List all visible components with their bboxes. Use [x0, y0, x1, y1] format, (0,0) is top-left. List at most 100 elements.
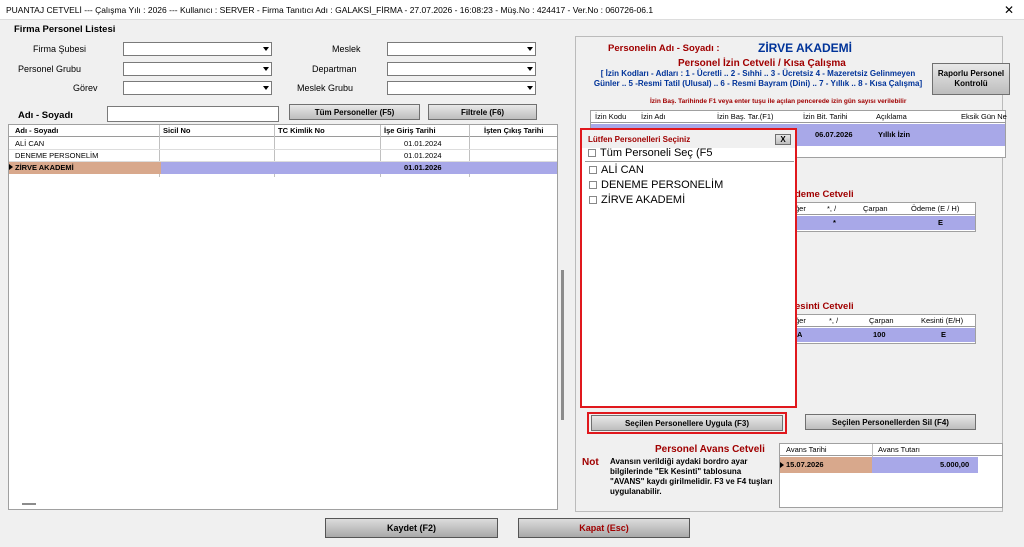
izin-aciklama-value: Yıllık İzin [878, 130, 911, 139]
chevron-down-icon [263, 47, 269, 51]
departman-label: Departman [312, 64, 357, 74]
not-text: Avansın verildiği aydaki bordro ayar bil… [610, 457, 773, 496]
table-row-selected[interactable]: ZİRVE AKADEMİ 01.01.2026 [9, 162, 557, 174]
col-eksik[interactable]: Eksik Gün Ne [959, 111, 1007, 122]
checkbox-icon [589, 196, 597, 205]
name-search-input[interactable] [107, 106, 279, 122]
checkbox-icon [589, 181, 597, 190]
apply-button[interactable]: Seçilen Personellere Uygula (F3) [591, 415, 783, 431]
odeme-header: ğer *, / Çarpan Ödeme (E / H) [791, 203, 975, 215]
window-title: PUANTAJ CETVELİ --- Çalışma Yılı : 2026 … [6, 5, 654, 15]
title-bar: PUANTAJ CETVELİ --- Çalışma Yılı : 2026 … [0, 0, 1024, 20]
col-carpan[interactable]: Çarpan [861, 203, 888, 214]
odeme-op-value: * [833, 218, 836, 227]
popup-close-button[interactable]: X [775, 134, 791, 145]
avans-row[interactable]: 15.07.2026 5.000,00 [780, 457, 978, 473]
col-odeme[interactable]: Ödeme (E / H) [909, 203, 959, 214]
odeme-table: ğer *, / Çarpan Ödeme (E / H) * E [790, 202, 976, 232]
table-row[interactable]: ALİ CAN 01.01.2024 [9, 138, 557, 150]
section-title: Firma Personel Listesi [14, 24, 116, 35]
list-item[interactable]: ZİRVE AKADEMİ [589, 194, 685, 206]
col-avans-tarihi[interactable]: Avans Tarihi [784, 444, 827, 455]
col-izin-bas[interactable]: İzin Baş. Tar.(F1) [715, 111, 774, 122]
row-date: 01.01.2026 [404, 163, 442, 172]
izin-title: Personel İzin Cetveli / Kısa Çalışma [678, 58, 846, 69]
col-avans-tutari[interactable]: Avans Tutarı [876, 444, 920, 455]
gorev-label: Görev [73, 83, 98, 93]
col-sicil[interactable]: Sicil No [161, 125, 191, 136]
col-izin-kodu[interactable]: İzin Kodu [593, 111, 626, 122]
firma-subesi-select[interactable] [123, 42, 272, 56]
meslek-grubu-label: Meslek Grubu [297, 83, 354, 93]
list-item-label: DENEME PERSONELİM [601, 179, 724, 191]
kesinti-header: ğer *, / Çarpan Kesinti (E/H) [791, 315, 975, 327]
personnel-picker-popup: Lütfen Personelleri Seçiniz X Tüm Person… [580, 128, 797, 408]
list-item[interactable]: ALİ CAN [589, 164, 644, 176]
row-name: ALİ CAN [15, 139, 45, 148]
horizontal-scrollbar[interactable] [22, 503, 36, 505]
popup-header: Lütfen Personelleri Seçiniz X [582, 130, 795, 148]
chevron-down-icon [263, 67, 269, 71]
col-isten-cikis[interactable]: İşten Çıkış Tarihi [482, 125, 543, 136]
col-izin-bit[interactable]: İzin Bit. Tarihi [801, 111, 847, 122]
list-item-label: ZİRVE AKADEMİ [601, 194, 686, 206]
popup-list: ALİ CAN DENEME PERSONELİM ZİRVE AKADEMİ [585, 161, 794, 405]
chevron-down-icon [527, 67, 533, 71]
delete-button[interactable]: Seçilen Personellerden Sil (F4) [805, 414, 976, 430]
table-row[interactable]: DENEME PERSONELİM 01.01.2024 [9, 150, 557, 162]
personel-grubu-select[interactable] [123, 62, 272, 76]
row-name: ZİRVE AKADEMİ [15, 163, 74, 172]
col-carpan[interactable]: Çarpan [867, 315, 894, 326]
meslek-grubu-select[interactable] [387, 81, 536, 95]
izin-codes: [ İzin Kodları - Adları : 1 - Ücretli ..… [593, 69, 923, 88]
odeme-row[interactable]: * E [791, 216, 975, 230]
meslek-select[interactable] [387, 42, 536, 56]
izin-bit-value: 06.07.2026 [815, 130, 853, 139]
close-icon[interactable]: ✕ [1002, 3, 1016, 17]
col-aciklama[interactable]: Açıklama [874, 111, 907, 122]
col-izin-adi[interactable]: İzin Adı [639, 111, 666, 122]
avans-tutar-value: 5.000,00 [940, 460, 970, 469]
personnel-table: Adı - Soyadı Sicil No TC Kimlik No İşe G… [8, 124, 558, 510]
row-date: 01.01.2024 [404, 139, 442, 148]
kesinti-table: ğer *, / Çarpan Kesinti (E/H) A 100 E [790, 314, 976, 344]
odeme-title: deme Cetveli [795, 189, 854, 200]
kesinti-row[interactable]: A 100 E [791, 328, 975, 342]
select-all-label: Tüm Personeli Seç (F5 [600, 147, 713, 159]
meslek-label: Meslek [332, 44, 361, 54]
avans-table: Avans Tarihi Avans Tutarı 15.07.2026 5.0… [779, 443, 1003, 508]
avans-header: Avans Tarihi Avans Tutarı [780, 444, 1002, 456]
kesinti-title: esinti Cetveli [795, 301, 854, 312]
col-op[interactable]: *, / [827, 315, 838, 326]
avans-title: Personel Avans Cetveli [655, 444, 765, 455]
vertical-scrollbar[interactable] [561, 270, 564, 420]
avans-tarih-value: 15.07.2026 [786, 460, 824, 469]
table-header: Adı - Soyadı Sicil No TC Kimlik No İşe G… [9, 125, 557, 137]
departman-select[interactable] [387, 62, 536, 76]
filter-button[interactable]: Filtrele (F6) [428, 104, 537, 120]
col-op[interactable]: *, / [825, 203, 836, 214]
personel-grubu-label: Personel Grubu [18, 64, 82, 74]
person-label: Personelin Adı - Soyadı : [608, 43, 720, 54]
save-button[interactable]: Kaydet (F2) [325, 518, 498, 538]
chevron-down-icon [527, 86, 533, 90]
select-all-checkbox[interactable]: Tüm Personeli Seç (F5 [588, 147, 728, 159]
rapor-button[interactable]: Raporlu Personel Kontrolü [932, 63, 1010, 95]
izin-hint: İzin Baş. Tarihinde F1 veya enter tuşu i… [650, 98, 907, 105]
col-tc[interactable]: TC Kimlik No [276, 125, 325, 136]
close-button[interactable]: Kapat (Esc) [518, 518, 690, 538]
list-item[interactable]: DENEME PERSONELİM [589, 179, 723, 191]
col-kesinti[interactable]: Kesinti (E/H) [919, 315, 963, 326]
gorev-select[interactable] [123, 81, 272, 95]
all-personnel-button[interactable]: Tüm Personeller (F5) [289, 104, 420, 120]
col-ise-giris[interactable]: İşe Giriş Tarihi [382, 125, 436, 136]
row-date: 01.01.2024 [404, 151, 442, 160]
izin-header: İzin Kodu İzin Adı İzin Baş. Tar.(F1) İz… [591, 111, 1007, 123]
popup-title: Lütfen Personelleri Seçiniz [588, 135, 691, 144]
person-name: ZİRVE AKADEMİ [758, 41, 853, 55]
name-label: Adı - Soyadı [18, 110, 73, 121]
not-label: Not [582, 457, 599, 468]
firma-subesi-label: Firma Şubesi [33, 44, 87, 54]
checkbox-icon [588, 149, 596, 158]
col-name[interactable]: Adı - Soyadı [13, 125, 58, 136]
